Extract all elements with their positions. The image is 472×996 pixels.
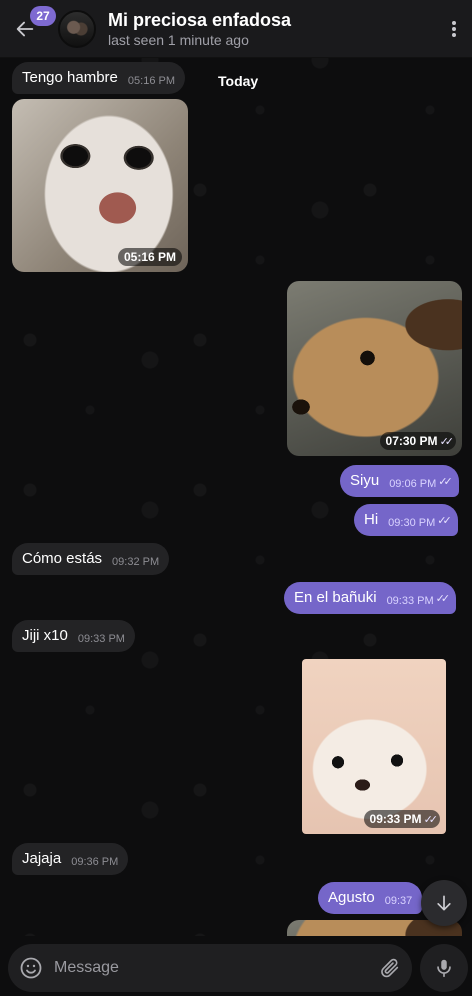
double-check-icon: ✓✓ — [438, 476, 453, 488]
message-text: Jajaja — [22, 850, 62, 867]
back-button[interactable]: 27 — [0, 0, 56, 58]
smiley-icon — [20, 957, 42, 979]
double-check-icon: ✓✓ — [439, 436, 455, 448]
chat-info[interactable]: Mi preciosa enfadosa last seen 1 minute … — [108, 9, 436, 49]
message-bubble[interactable]: Agusto 09:37 — [318, 882, 423, 914]
message-time: 09:33 PM — [386, 595, 434, 607]
message-bubble[interactable]: Siyu 09:06 PM ✓✓ — [340, 465, 459, 497]
photo-message-dog[interactable]: 07:30 PM ✓✓ — [287, 281, 462, 456]
more-vertical-icon — [452, 20, 456, 37]
last-seen-status: last seen 1 minute ago — [108, 31, 249, 48]
message-time: 05:16 PM — [127, 75, 175, 87]
message-text: Cómo estás — [22, 550, 103, 567]
photo-message-chihuahua[interactable]: 09:33 PM ✓✓ — [302, 659, 446, 834]
message-text: Tengo hambre — [22, 69, 118, 86]
message-bubble[interactable]: Tengo hambre 05:16 PM — [12, 62, 185, 94]
message-text: Siyu — [350, 472, 380, 489]
microphone-icon — [437, 959, 451, 978]
emoji-button[interactable] — [8, 944, 54, 992]
message-bubble[interactable]: Jajaja 09:36 PM — [12, 843, 129, 875]
paperclip-icon — [381, 958, 399, 978]
avatar[interactable] — [58, 9, 96, 48]
message-time: 09:36 PM — [71, 856, 119, 868]
message-bubble[interactable]: Hi 09:30 PM ✓✓ — [354, 504, 458, 536]
chat-screen: 27 Mi preciosa enfadosa last seen 1 minu… — [0, 0, 472, 996]
message-input[interactable] — [54, 944, 368, 992]
message-composer — [8, 944, 412, 992]
message-text: Hi — [364, 511, 379, 528]
scroll-to-bottom-button[interactable] — [421, 880, 467, 926]
message-time: 09:33 PM — [77, 633, 125, 645]
message-time: 09:30 PM — [388, 517, 436, 529]
arrow-down-icon — [437, 895, 451, 911]
message-time: 05:16 PM — [117, 248, 182, 266]
message-text: Agusto — [328, 889, 375, 906]
message-text: En el bañuki — [294, 589, 377, 606]
message-bubble[interactable]: En el bañuki 09:33 PM ✓✓ — [284, 582, 457, 614]
attach-button[interactable] — [368, 944, 412, 992]
message-bubble[interactable]: Jiji x10 09:33 PM — [12, 620, 135, 652]
more-menu-button[interactable] — [436, 0, 472, 58]
double-check-icon: ✓✓ — [435, 593, 451, 605]
message-bubble[interactable]: Cómo estás 09:32 PM — [12, 543, 170, 575]
chat-header: 27 Mi preciosa enfadosa last seen 1 minu… — [0, 0, 472, 58]
message-time: 09:06 PM — [389, 478, 437, 490]
voice-record-button[interactable] — [420, 944, 468, 992]
double-check-icon: ✓✓ — [437, 515, 452, 527]
double-check-icon: ✓✓ — [423, 814, 439, 826]
date-separator: Today — [218, 73, 259, 89]
message-time: 07:30 PM ✓✓ — [379, 432, 456, 450]
chat-title: Mi preciosa enfadosa — [108, 9, 292, 30]
message-time: 09:32 PM — [112, 556, 160, 568]
message-time: 09:37 — [384, 895, 413, 907]
photo-message-cat[interactable]: 05:16 PM — [12, 99, 188, 272]
unread-count-badge: 27 — [30, 5, 56, 26]
message-text: Jiji x10 — [22, 627, 68, 644]
message-time: 09:33 PM ✓✓ — [363, 810, 440, 828]
